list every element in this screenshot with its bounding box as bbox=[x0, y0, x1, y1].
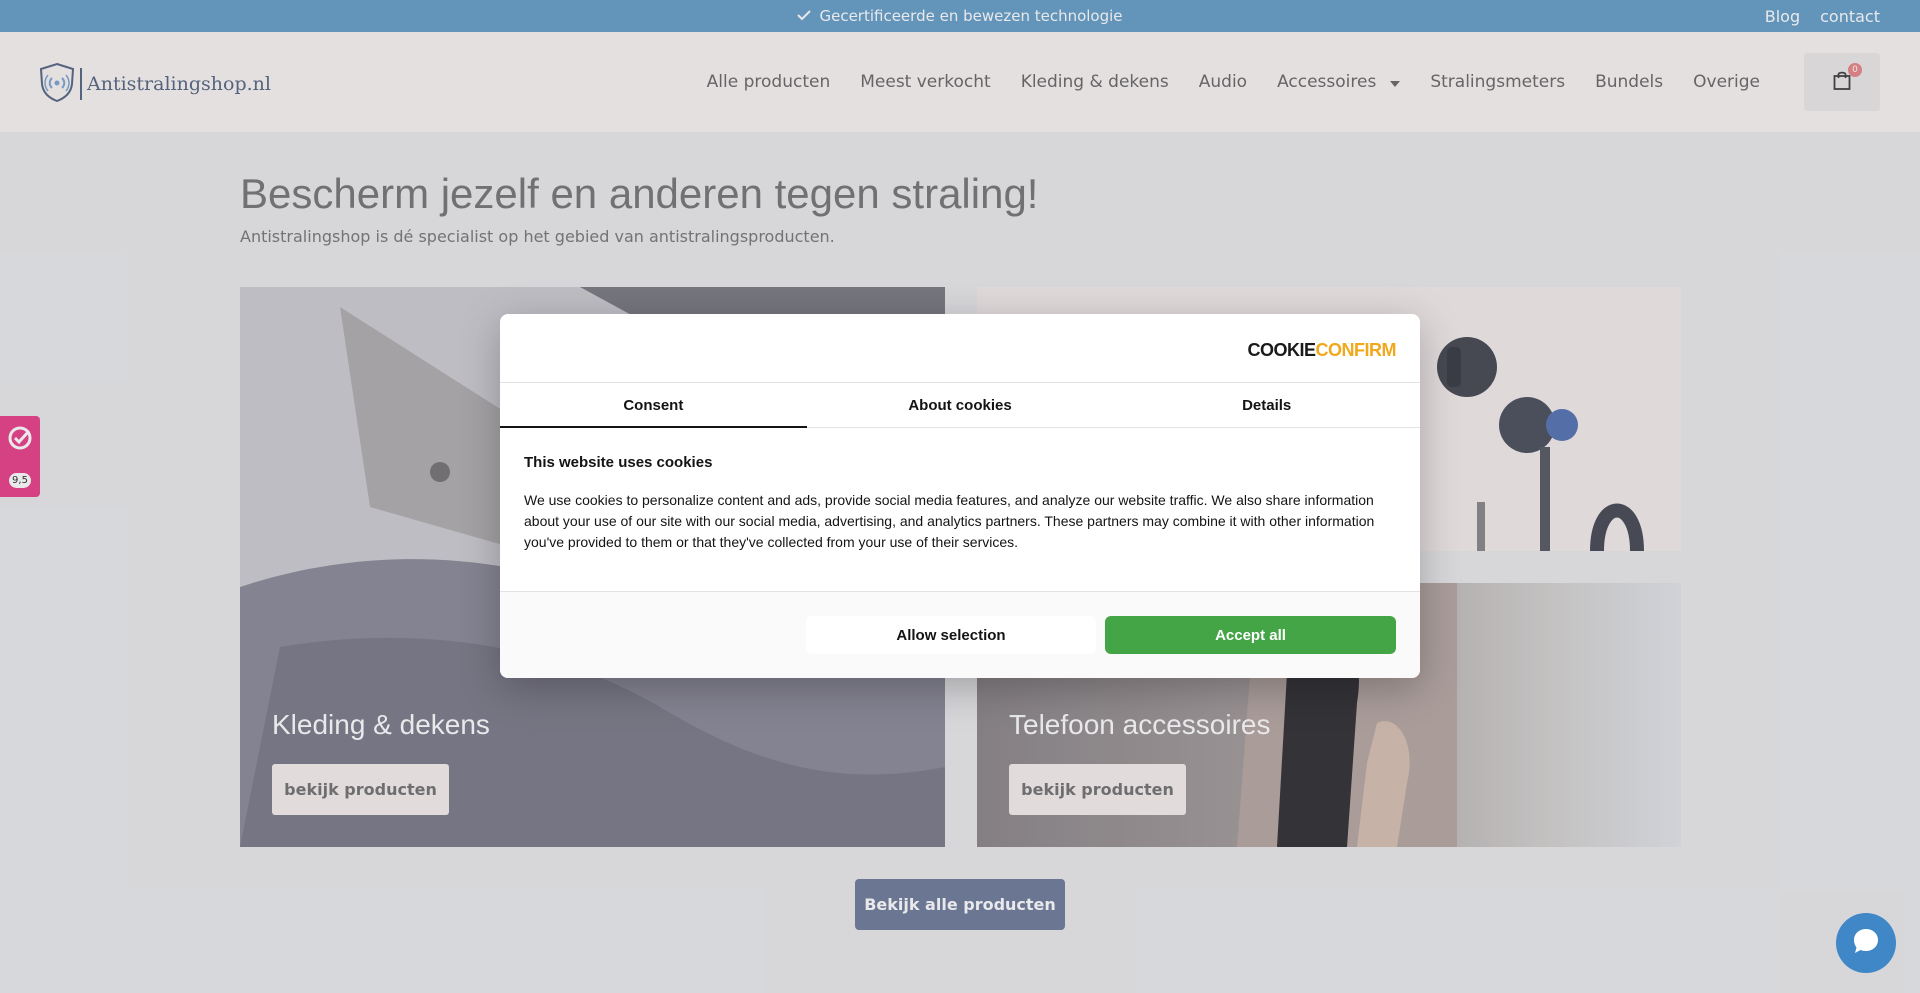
cookie-tabs: Consent About cookies Details bbox=[500, 382, 1420, 428]
tab-consent[interactable]: Consent bbox=[500, 383, 807, 428]
allow-selection-button[interactable]: Allow selection bbox=[806, 616, 1096, 654]
cookie-footer: Allow selection Accept all bbox=[500, 591, 1420, 678]
chat-button[interactable] bbox=[1836, 913, 1896, 973]
accept-all-button[interactable]: Accept all bbox=[1105, 616, 1396, 654]
chat-bubble-icon bbox=[1851, 926, 1881, 960]
cookie-dialog: COOKIECONFIRM Consent About cookies Deta… bbox=[500, 314, 1420, 678]
tab-about-cookies[interactable]: About cookies bbox=[807, 383, 1114, 427]
cookie-body-text: We use cookies to personalize content an… bbox=[524, 492, 1375, 550]
cookie-heading: This website uses cookies bbox=[524, 454, 713, 471]
cookieconfirm-logo: COOKIECONFIRM bbox=[1247, 340, 1396, 360]
tab-details[interactable]: Details bbox=[1113, 383, 1420, 427]
